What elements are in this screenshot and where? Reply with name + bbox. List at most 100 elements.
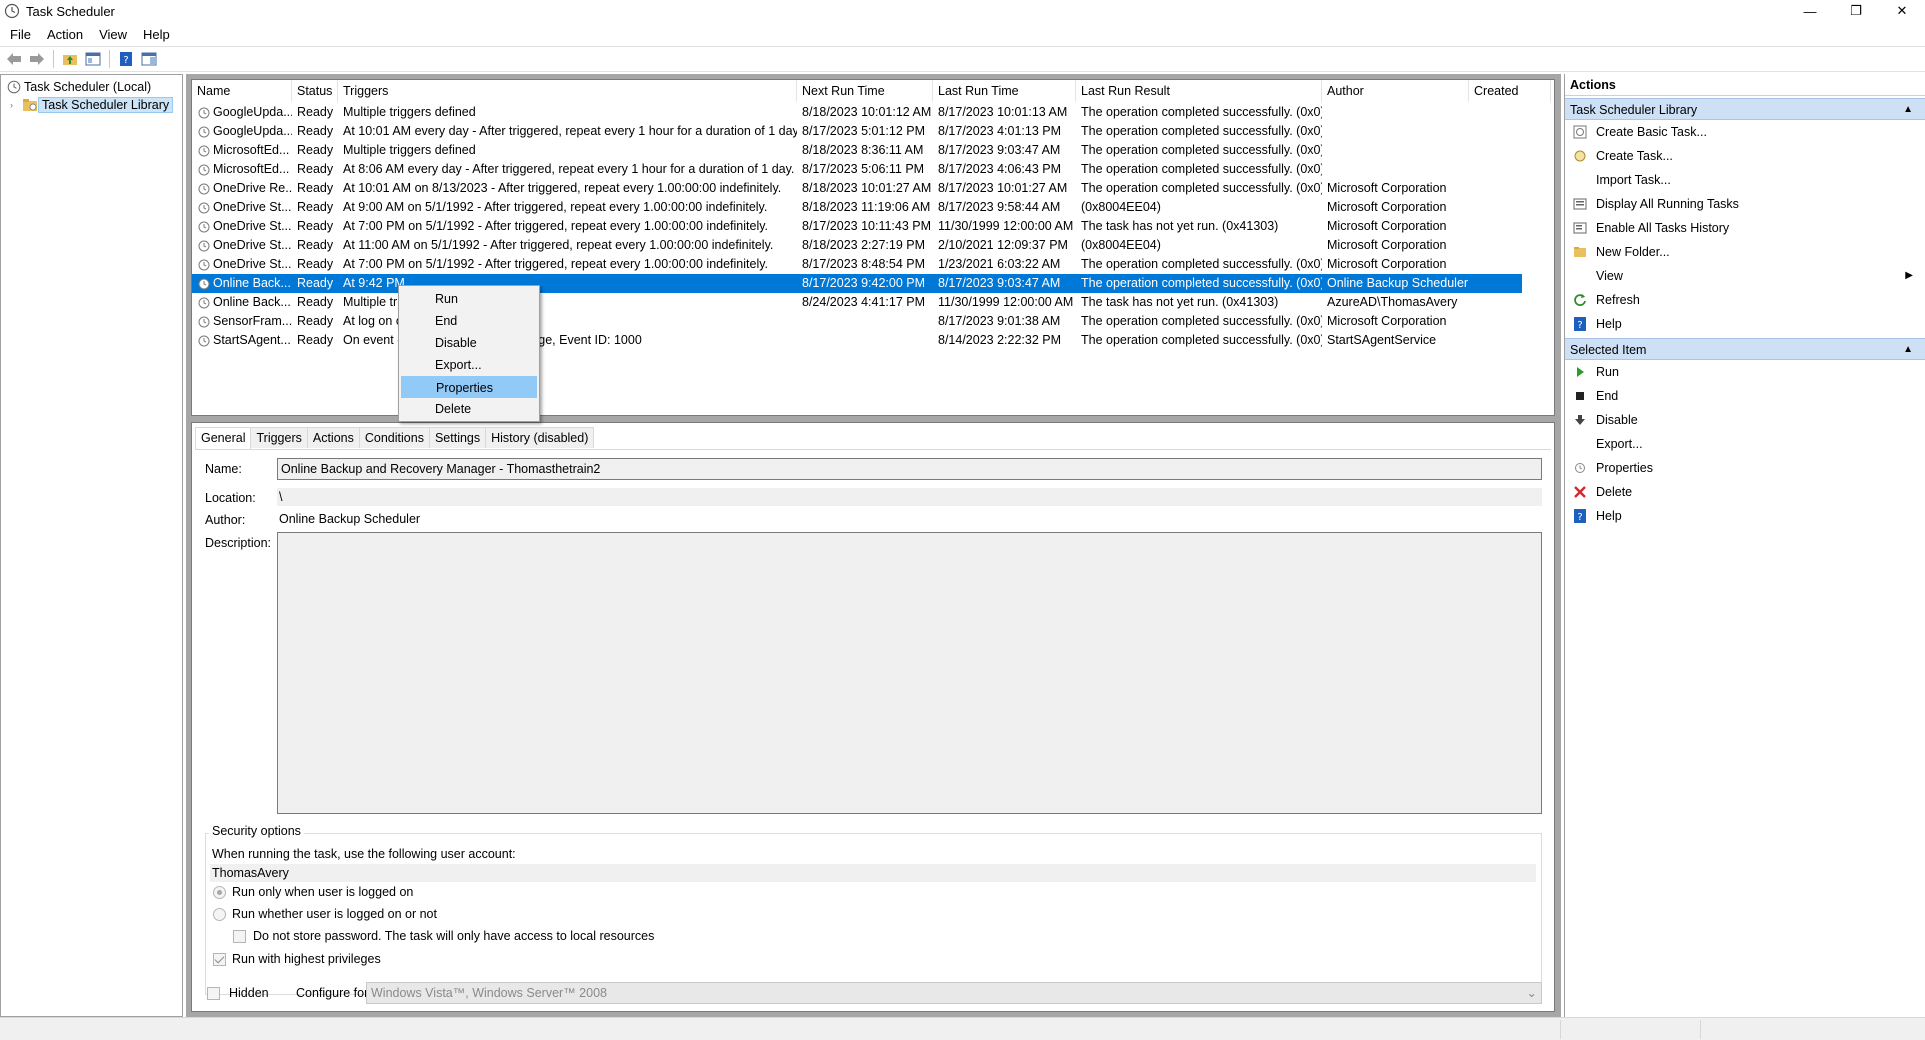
section-header-selected-item[interactable]: Selected Item ▲	[1565, 338, 1925, 360]
menu-action[interactable]: Action	[37, 27, 89, 42]
hidden-checkbox[interactable]	[207, 987, 220, 1000]
restore-button[interactable]: ❐	[1833, 0, 1879, 22]
column-header-name[interactable]: Name	[192, 80, 292, 102]
up-folder-button[interactable]	[60, 49, 80, 69]
context-menu-end[interactable]: End	[401, 310, 537, 332]
column-header-created[interactable]: Created	[1469, 80, 1551, 102]
selected-action-disable[interactable]: Disable	[1565, 408, 1925, 432]
column-headers: Name Status Triggers Next Run Time Last …	[192, 80, 1554, 102]
menu-help[interactable]: Help	[133, 27, 176, 42]
action-tasks-history[interactable]: Enable All Tasks History	[1565, 216, 1925, 240]
tab-actions[interactable]: Actions	[306, 427, 360, 448]
name-field[interactable]: Online Backup and Recovery Manager - Tho…	[277, 458, 1542, 480]
tab-settings[interactable]: Settings	[428, 427, 487, 448]
tree-node-library[interactable]: › Task Scheduler Library	[1, 96, 182, 114]
tree-node-label: Task Scheduler Library	[38, 97, 174, 113]
cell-author	[1322, 160, 1469, 179]
cell-last-run-time: 8/17/2023 4:01:13 PM	[938, 124, 1062, 138]
table-row[interactable]: MicrosoftEd... Ready Multiple triggers def…	[192, 141, 1554, 160]
selected-action-help[interactable]: ? Help	[1565, 504, 1925, 528]
run-only-logged-on-radio[interactable]	[213, 886, 226, 899]
menu-file[interactable]: File	[0, 27, 37, 42]
description-field[interactable]	[277, 532, 1542, 814]
action-view[interactable]: View ▶	[1565, 264, 1925, 288]
column-header-next-run-time[interactable]: Next Run Time	[797, 80, 933, 102]
cell-author: Microsoft Corporation	[1327, 200, 1447, 214]
table-row[interactable]: GoogleUpda... Ready Multiple triggers defi…	[192, 103, 1554, 122]
context-menu-delete[interactable]: Delete	[401, 398, 537, 420]
selected-action-export[interactable]: Export...	[1565, 432, 1925, 456]
table-row[interactable]: OneDrive St... Ready At 9:00 AM on 5/1/199…	[192, 198, 1554, 217]
table-row[interactable]: MicrosoftEd... Ready At 8:06 AM every day …	[192, 160, 1554, 179]
context-menu-export[interactable]: Export...	[401, 354, 537, 376]
minimize-button[interactable]: —	[1787, 0, 1833, 22]
run-highest-privileges-checkbox[interactable]	[213, 953, 226, 966]
configure-for-dropdown[interactable]: Windows Vista™, Windows Server™ 2008 ⌄	[366, 982, 1542, 1004]
selected-action-delete[interactable]: Delete	[1565, 480, 1925, 504]
help-button[interactable]: ?	[116, 49, 136, 69]
cell-last-run-time: 8/17/2023 9:58:44 AM	[938, 200, 1061, 214]
table-row[interactable]: GoogleUpda... Ready At 10:01 AM every day …	[192, 122, 1554, 141]
context-menu-run[interactable]: Run	[401, 288, 537, 310]
selected-action-end[interactable]: End	[1565, 384, 1925, 408]
tab-history[interactable]: History (disabled)	[485, 427, 595, 448]
tree-node-root[interactable]: Task Scheduler (Local)	[1, 78, 182, 96]
author-label: Author:	[205, 513, 246, 527]
selected-action-run[interactable]: Run	[1565, 360, 1925, 384]
column-header-last-run-time[interactable]: Last Run Time	[933, 80, 1076, 102]
column-header-last-run-result[interactable]: Last Run Result	[1076, 80, 1322, 102]
close-button[interactable]: ✕	[1879, 0, 1925, 22]
column-header-triggers[interactable]: Triggers	[338, 80, 797, 102]
table-row[interactable]: Online Back... Ready At 9:42 PM 8/17/2023 9…	[192, 274, 1522, 293]
action-help[interactable]: ? Help	[1565, 312, 1925, 336]
table-row[interactable]: OneDrive Re... Ready At 10:01 AM on 8/13/2…	[192, 179, 1554, 198]
task-name-text: OneDrive St...	[213, 200, 292, 214]
author-field[interactable]: Online Backup Scheduler	[277, 510, 1542, 528]
action-refresh[interactable]: Refresh	[1565, 288, 1925, 312]
column-header-author[interactable]: Author	[1322, 80, 1469, 102]
cell-triggers: At 8:06 AM every day - After triggered, …	[343, 162, 795, 176]
cell-next-run-time	[797, 312, 933, 331]
disable-icon	[1572, 412, 1588, 428]
tab-general[interactable]: General	[195, 427, 252, 449]
cell-author: Microsoft Corporation	[1327, 257, 1447, 271]
context-menu-properties[interactable]: Properties	[401, 376, 537, 398]
run-whether-logged-on-radio[interactable]	[213, 908, 226, 921]
back-button[interactable]	[4, 49, 24, 69]
selected-action-properties[interactable]: Properties	[1565, 456, 1925, 480]
action-create-basic-task[interactable]: Create Basic Task...	[1565, 120, 1925, 144]
cell-status: Ready	[297, 314, 334, 328]
task-name-text: Online Back...	[213, 276, 291, 290]
action-label: Delete	[1596, 485, 1633, 499]
location-field[interactable]: \	[277, 488, 1542, 506]
collapse-up-icon[interactable]: ▲	[1903, 99, 1913, 121]
action-import-task[interactable]: Import Task...	[1565, 168, 1925, 192]
show-hide-console-tree-button[interactable]	[83, 49, 103, 69]
action-create-task[interactable]: Create Task...	[1565, 144, 1925, 168]
show-hide-action-pane-button[interactable]	[139, 49, 159, 69]
collapse-up-icon[interactable]: ▲	[1903, 339, 1913, 361]
task-detail-pane: General Triggers Actions Conditions Sett…	[191, 422, 1555, 1012]
action-running-tasks[interactable]: Display All Running Tasks	[1565, 192, 1925, 216]
do-not-store-password-checkbox[interactable]	[233, 930, 246, 943]
action-label: New Folder...	[1596, 245, 1670, 259]
center-pane: Name Status Triggers Next Run Time Last …	[186, 74, 1561, 1017]
table-row[interactable]: OneDrive St... Ready At 11:00 AM on 5/1/19…	[192, 236, 1554, 255]
menu-view[interactable]: View	[89, 27, 133, 42]
table-row[interactable]: OneDrive St... Ready At 7:00 PM on 5/1/199…	[192, 255, 1554, 274]
cell-name: Online Back...	[192, 293, 292, 312]
user-account-field[interactable]: ThomasAvery	[210, 864, 1536, 882]
context-menu-disable[interactable]: Disable	[401, 332, 537, 354]
section-header-library[interactable]: Task Scheduler Library ▲	[1565, 98, 1925, 120]
table-row[interactable]: SensorFram... Ready At log on o 8/17/2023 9…	[192, 312, 1554, 331]
cell-last-run-result: The operation completed successfully. (0…	[1081, 162, 1322, 176]
action-new-folder[interactable]: New Folder...	[1565, 240, 1925, 264]
tab-conditions[interactable]: Conditions	[358, 427, 430, 448]
forward-button[interactable]	[27, 49, 47, 69]
tab-triggers[interactable]: Triggers	[250, 427, 308, 448]
expand-chevron-icon[interactable]: ›	[10, 100, 22, 110]
table-row[interactable]: Online Back... Ready Multiple tr 8/24/2023 …	[192, 293, 1554, 312]
column-header-status[interactable]: Status	[292, 80, 338, 102]
table-row[interactable]: StartSAgent... Ready On event - Storage, Ev…	[192, 331, 1554, 350]
table-row[interactable]: OneDrive St... Ready At 7:00 PM on 5/1/199…	[192, 217, 1554, 236]
